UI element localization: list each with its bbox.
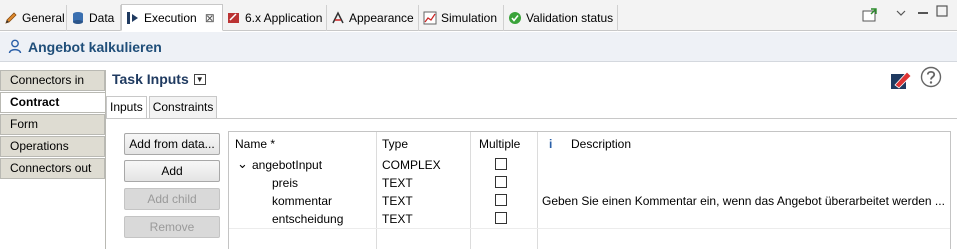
input-name: preis [272, 176, 299, 190]
nav-item-connectors-out[interactable]: Connectors out [0, 158, 105, 179]
nav-item-operations[interactable]: Operations [0, 136, 105, 157]
tab-validation-status[interactable]: Validation status [504, 5, 618, 31]
input-name: angebotInput [252, 158, 323, 172]
nav-item-connectors-in[interactable]: Connectors in [0, 70, 105, 91]
table-row[interactable]: kommentar TEXT Geben Sie einen Kommentar… [229, 192, 950, 210]
help-icon[interactable] [920, 66, 942, 91]
tab-inputs[interactable]: Inputs [106, 96, 147, 118]
execution-icon [126, 11, 140, 25]
info-icon: i [549, 137, 553, 151]
appearance-icon [331, 11, 345, 25]
input-type: TEXT [382, 212, 413, 226]
tab-6x-application[interactable]: 6.x Application [223, 5, 327, 31]
input-type: TEXT [382, 194, 413, 208]
add-button[interactable]: Add [124, 160, 220, 182]
remove-button[interactable]: Remove [124, 216, 220, 238]
column-header-name[interactable]: Name * [235, 137, 275, 151]
pencil-icon [4, 11, 18, 25]
nav-item-contract[interactable]: Contract [0, 92, 105, 113]
column-header-type[interactable]: Type [382, 137, 408, 151]
section-nav: Connectors in Contract Form Operations C… [0, 70, 105, 180]
chart-icon [423, 11, 437, 25]
user-task-icon [8, 39, 22, 54]
minimize-icon[interactable] [917, 6, 929, 21]
nav-item-form[interactable]: Form [0, 114, 105, 135]
column-header-description[interactable]: Description [571, 137, 631, 151]
check-circle-icon [508, 11, 522, 25]
tab-simulation[interactable]: Simulation [419, 5, 504, 31]
contract-subtabs: Inputs Constraints [106, 96, 219, 118]
table-row[interactable]: ⌄ angebotInput COMPLEX [229, 156, 950, 174]
dropdown-icon[interactable]: ▼ [193, 73, 206, 85]
table-row[interactable]: preis TEXT [229, 174, 950, 192]
page-title: Angebot kalkulieren [28, 38, 162, 55]
tab-constraints[interactable]: Constraints [148, 96, 218, 118]
add-from-data-button[interactable]: Add from data... [124, 133, 220, 155]
tab-data[interactable]: Data [67, 5, 121, 31]
multiple-checkbox[interactable] [495, 176, 507, 188]
input-type: TEXT [382, 176, 413, 190]
input-type: COMPLEX [382, 158, 441, 172]
input-name: entscheidung [272, 212, 344, 226]
database-icon [71, 11, 85, 25]
editor-tab-bar: General Data Execution ⊠ 6.x Application… [0, 0, 957, 31]
table-row[interactable]: entscheidung TEXT [229, 210, 950, 228]
inputs-table: Name * Type Multiple i Description ⌄ ang… [228, 131, 951, 249]
divider [106, 118, 957, 119]
tab-general[interactable]: General [0, 5, 67, 31]
input-description: Geben Sie einen Kommentar ein, wenn das … [542, 194, 945, 208]
expand-chevron-icon[interactable]: ⌄ [237, 156, 248, 172]
row-divider [229, 228, 950, 229]
section-heading: Task Inputs ▼ [112, 70, 206, 88]
tab-execution[interactable]: Execution ⊠ [121, 4, 223, 31]
chevron-down-icon[interactable] [895, 7, 907, 21]
page-title-bar: Angebot kalkulieren [0, 32, 957, 62]
view-menu-icon[interactable] [862, 8, 878, 25]
maximize-icon[interactable] [936, 5, 948, 20]
section-title: Task Inputs [112, 71, 189, 87]
input-name: kommentar [272, 194, 333, 208]
multiple-checkbox[interactable] [495, 212, 507, 224]
column-header-multiple[interactable]: Multiple [479, 137, 520, 151]
add-child-button[interactable]: Add child [124, 188, 220, 210]
edit-contract-icon[interactable] [889, 67, 913, 94]
close-icon[interactable]: ⊠ [205, 11, 215, 25]
multiple-checkbox[interactable] [495, 158, 507, 170]
multiple-checkbox[interactable] [495, 194, 507, 206]
table-header: Name * Type Multiple i Description [229, 132, 950, 154]
application-icon [227, 11, 241, 25]
tab-appearance[interactable]: Appearance [327, 5, 419, 31]
